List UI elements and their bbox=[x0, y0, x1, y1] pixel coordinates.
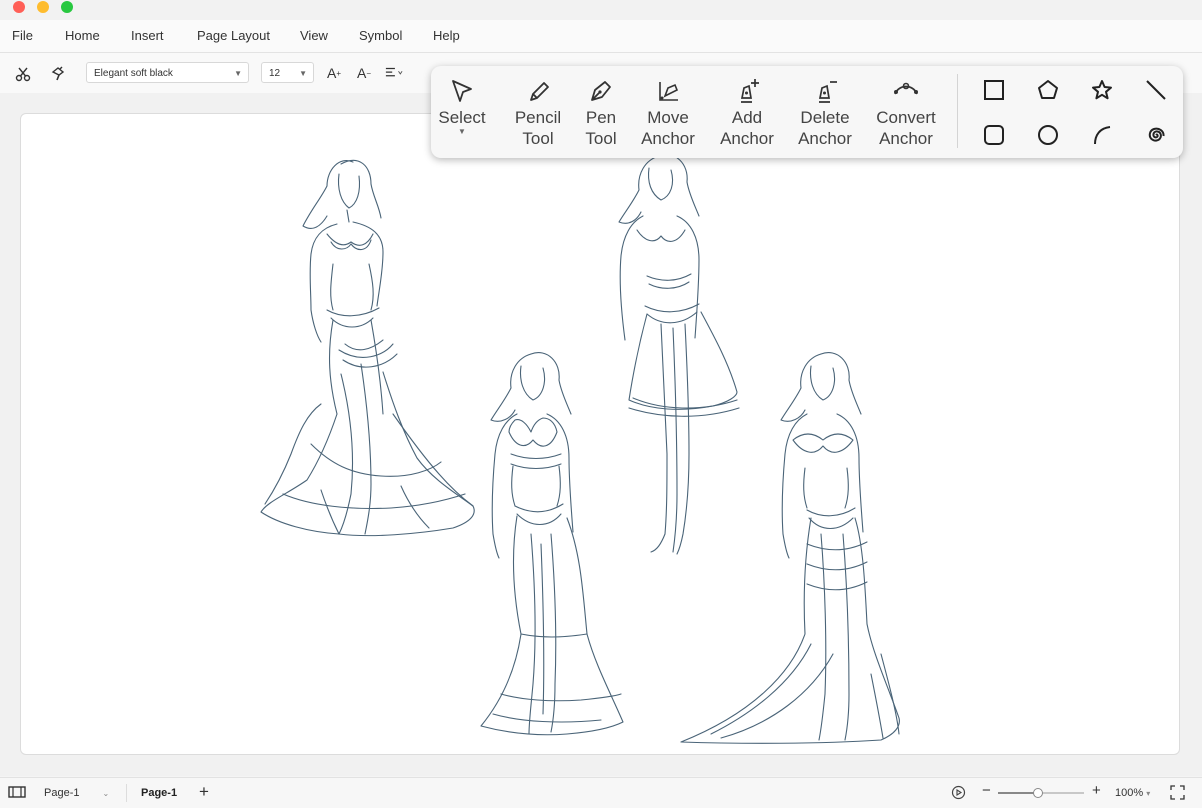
pentagon-shape-button[interactable] bbox=[1035, 77, 1061, 103]
scissors-icon[interactable] bbox=[14, 65, 32, 83]
panel-divider bbox=[957, 74, 958, 148]
rectangle-shape-button[interactable] bbox=[981, 77, 1007, 103]
menu-bar: File Home Insert Page Layout View Symbol… bbox=[0, 20, 1202, 53]
pen-tool-button[interactable]: Pen Tool bbox=[577, 76, 625, 149]
menu-page-layout[interactable]: Page Layout bbox=[197, 28, 270, 43]
menu-view[interactable]: View bbox=[300, 28, 328, 43]
move-anchor-button[interactable]: Move Anchor bbox=[637, 76, 699, 149]
line-shape-button[interactable] bbox=[1143, 77, 1169, 103]
rectangle-icon bbox=[984, 80, 1004, 100]
circle-shape-button[interactable] bbox=[1035, 122, 1061, 148]
format-painter-icon[interactable] bbox=[49, 65, 67, 83]
pencil-tool-button[interactable]: Pencil Tool bbox=[513, 76, 563, 149]
pentagon-icon bbox=[1038, 80, 1058, 99]
delete-anchor-label: Delete Anchor bbox=[798, 108, 852, 148]
decrease-font-icon[interactable]: A − bbox=[355, 64, 373, 82]
font-size-select[interactable]: 12 ▼ bbox=[261, 62, 314, 83]
play-icon[interactable] bbox=[951, 785, 966, 803]
zoom-slider-fill bbox=[998, 792, 1037, 794]
add-anchor-button[interactable]: Add Anchor bbox=[715, 76, 779, 149]
menu-symbol[interactable]: Symbol bbox=[359, 28, 402, 43]
select-tool-label: Select bbox=[438, 108, 486, 127]
menu-help[interactable]: Help bbox=[433, 28, 460, 43]
zoom-level-select[interactable]: 100% ▾ bbox=[1115, 787, 1150, 799]
pencil-icon bbox=[530, 82, 549, 101]
font-size-value: 12 bbox=[269, 68, 281, 79]
align-icon[interactable] bbox=[385, 64, 403, 82]
convert-anchor-label: Convert Anchor bbox=[876, 108, 936, 148]
chevron-down-icon: ▼ bbox=[234, 69, 242, 78]
fashion-sketch-artwork bbox=[260, 154, 900, 744]
add-page-icon[interactable]: + bbox=[199, 782, 209, 802]
pen-icon bbox=[591, 81, 611, 101]
rounded-rectangle-icon bbox=[984, 125, 1004, 145]
arc-icon bbox=[1094, 126, 1111, 145]
zoom-in-icon[interactable]: + bbox=[1092, 782, 1101, 799]
page-selector-value: Page-1 bbox=[44, 787, 80, 799]
circle-icon bbox=[1038, 125, 1058, 145]
spiral-icon bbox=[1148, 127, 1165, 142]
pencil-tool-label: Pencil Tool bbox=[514, 108, 562, 148]
minimize-window-button[interactable] bbox=[37, 1, 49, 13]
spiral-shape-button[interactable] bbox=[1143, 122, 1169, 148]
menu-file[interactable]: File bbox=[12, 28, 33, 43]
chevron-down-icon: ⌄ bbox=[102, 789, 110, 798]
convert-anchor-button[interactable]: Convert Anchor bbox=[871, 76, 941, 149]
zoom-out-icon[interactable]: − bbox=[982, 782, 991, 799]
pen-tool-label: Pen Tool bbox=[585, 108, 617, 148]
close-window-button[interactable] bbox=[13, 1, 25, 13]
drawing-tools-panel: Select ▼ Pencil Tool Pen Tool Move Ancho… bbox=[431, 66, 1183, 158]
font-family-select[interactable]: Elegant soft black ▼ bbox=[86, 62, 249, 83]
increase-font-icon[interactable]: A + bbox=[325, 64, 343, 82]
add-anchor-label: Add Anchor bbox=[720, 108, 774, 148]
title-bar bbox=[0, 0, 1202, 20]
chevron-down-icon: ▼ bbox=[299, 69, 307, 78]
move-anchor-icon bbox=[659, 82, 679, 101]
rounded-rectangle-shape-button[interactable] bbox=[981, 122, 1007, 148]
drawing-page[interactable] bbox=[20, 113, 1180, 755]
chevron-down-icon: ▼ bbox=[458, 127, 466, 136]
zoom-level-value: 100% bbox=[1115, 787, 1144, 799]
add-anchor-icon bbox=[740, 79, 759, 103]
menu-insert[interactable]: Insert bbox=[131, 28, 164, 43]
page-selector[interactable]: Page-1 ⌄ bbox=[44, 787, 109, 799]
page-tab[interactable]: Page-1 bbox=[141, 787, 177, 799]
move-anchor-label: Move Anchor bbox=[641, 108, 695, 148]
font-family-value: Elegant soft black bbox=[94, 68, 173, 79]
zoom-slider-thumb[interactable] bbox=[1032, 788, 1043, 798]
delete-anchor-icon bbox=[818, 81, 837, 103]
select-tool-button[interactable]: Select ▼ bbox=[437, 76, 487, 136]
line-icon bbox=[1146, 80, 1166, 100]
menu-home[interactable]: Home bbox=[65, 28, 100, 43]
star-shape-button[interactable] bbox=[1089, 77, 1115, 103]
status-bar: Page-1 ⌄ Page-1 + − + 100% ▾ bbox=[0, 777, 1202, 808]
page-panel-toggle-icon[interactable] bbox=[8, 785, 26, 802]
fullscreen-icon[interactable] bbox=[1170, 785, 1185, 803]
star-icon bbox=[1092, 80, 1112, 100]
maximize-window-button[interactable] bbox=[61, 1, 73, 13]
select-arrow-icon bbox=[452, 80, 472, 102]
zoom-slider[interactable] bbox=[998, 788, 1084, 798]
delete-anchor-button[interactable]: Delete Anchor bbox=[793, 76, 857, 149]
status-divider bbox=[126, 784, 127, 802]
arc-shape-button[interactable] bbox=[1089, 122, 1115, 148]
chevron-down-icon: ▾ bbox=[1146, 789, 1151, 798]
convert-anchor-icon bbox=[894, 82, 918, 95]
